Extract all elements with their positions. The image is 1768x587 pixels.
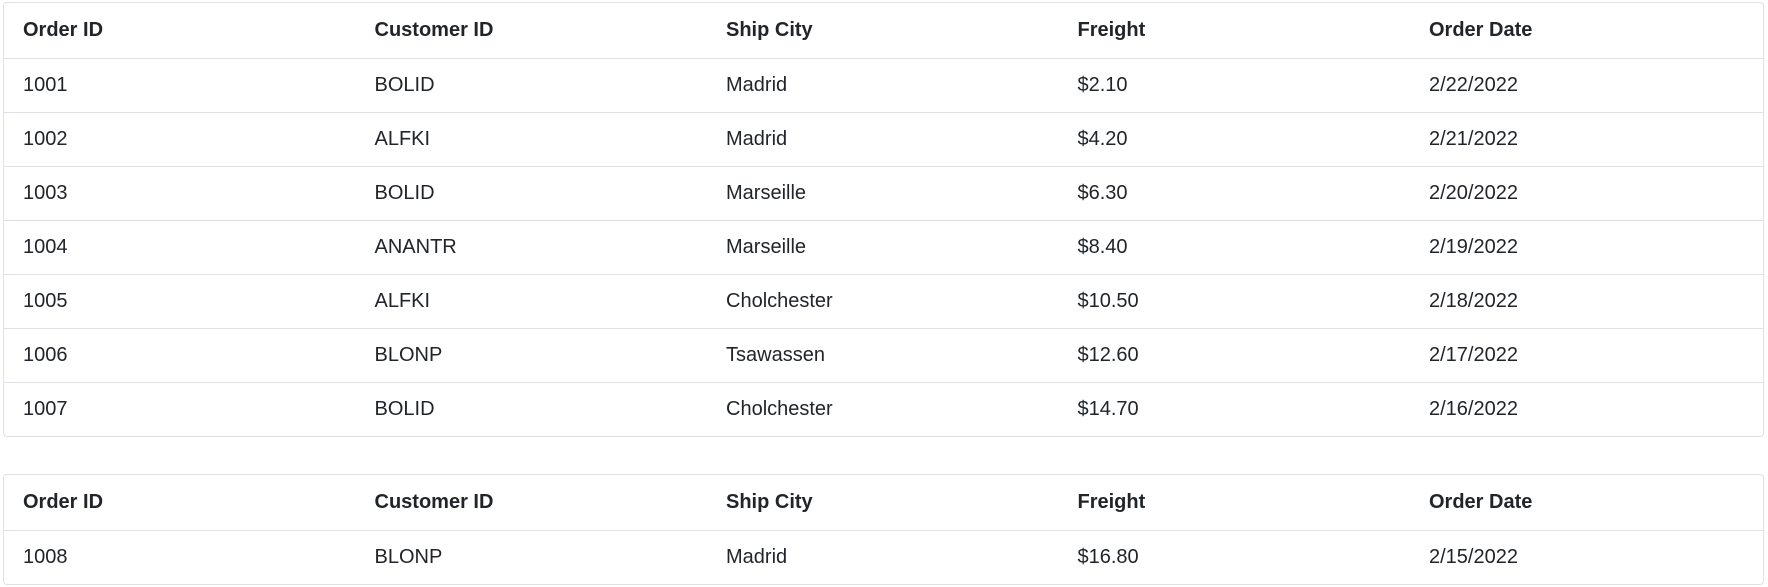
cell-order-id: 1002 [23,128,68,150]
table-row[interactable]: 1005 ALFKI Cholchester $10.50 2/18/2022 [4,274,1763,328]
column-header-order-date[interactable]: Order Date [1410,491,1762,514]
cell-order-id: 1004 [23,236,68,258]
cell-ship-city: Cholchester [726,398,833,420]
cell-order-date: 2/21/2022 [1429,128,1518,150]
cell-order-id: 1007 [23,398,68,420]
orders-table-1: Order ID Customer ID Ship City Freight O… [3,2,1764,437]
table-row[interactable]: 1001 BOLID Madrid $2.10 2/22/2022 [4,58,1763,112]
column-header-ship-city[interactable]: Ship City [707,19,1059,42]
cell-order-date: 2/20/2022 [1429,182,1518,204]
cell-ship-city: Madrid [726,546,788,568]
column-header-customer-id[interactable]: Customer ID [356,491,708,514]
cell-order-date: 2/22/2022 [1429,74,1518,96]
cell-order-date: 2/18/2022 [1429,290,1518,312]
cell-order-id: 1006 [23,344,68,366]
cell-ship-city: Madrid [726,128,788,150]
table-header-row: Order ID Customer ID Ship City Freight O… [4,475,1763,530]
column-header-order-id[interactable]: Order ID [4,19,356,42]
cell-freight: $4.20 [1077,128,1128,150]
cell-freight: $6.30 [1077,182,1128,204]
cell-customer-id: BLONP [374,546,443,568]
column-header-order-date[interactable]: Order Date [1410,19,1762,42]
cell-freight: $16.80 [1077,546,1139,568]
table-row[interactable]: 1006 BLONP Tsawassen $12.60 2/17/2022 [4,328,1763,382]
cell-customer-id: ALFKI [374,128,431,150]
cell-ship-city: Marseille [726,182,807,204]
cell-ship-city: Marseille [726,236,807,258]
cell-customer-id: BOLID [374,398,435,420]
cell-order-date: 2/16/2022 [1429,398,1518,420]
column-header-customer-id[interactable]: Customer ID [356,19,708,42]
cell-order-id: 1003 [23,182,68,204]
cell-ship-city: Tsawassen [726,344,825,366]
table-row[interactable]: 1004 ANANTR Marseille $8.40 2/19/2022 [4,220,1763,274]
table-row[interactable]: 1007 BOLID Cholchester $14.70 2/16/2022 [4,382,1763,436]
cell-freight: $8.40 [1077,236,1128,258]
cell-freight: $10.50 [1077,290,1139,312]
column-header-order-id[interactable]: Order ID [4,491,356,514]
cell-customer-id: BOLID [374,74,435,96]
table-row[interactable]: 1008 BLONP Madrid $16.80 2/15/2022 [4,530,1763,584]
column-header-freight[interactable]: Freight [1059,19,1411,42]
cell-freight: $2.10 [1077,74,1128,96]
cell-order-id: 1008 [23,546,68,568]
column-header-ship-city[interactable]: Ship City [707,491,1059,514]
cell-order-date: 2/19/2022 [1429,236,1518,258]
cell-customer-id: ANANTR [374,236,457,258]
cell-freight: $12.60 [1077,344,1139,366]
cell-order-date: 2/17/2022 [1429,344,1518,366]
cell-customer-id: BOLID [374,182,435,204]
cell-order-id: 1001 [23,74,68,96]
column-header-freight[interactable]: Freight [1059,491,1411,514]
cell-order-id: 1005 [23,290,68,312]
cell-customer-id: BLONP [374,344,443,366]
table-header-row: Order ID Customer ID Ship City Freight O… [4,3,1763,58]
table-row[interactable]: 1003 BOLID Marseille $6.30 2/20/2022 [4,166,1763,220]
cell-order-date: 2/15/2022 [1429,546,1518,568]
orders-table-2: Order ID Customer ID Ship City Freight O… [3,474,1764,585]
cell-customer-id: ALFKI [374,290,431,312]
cell-freight: $14.70 [1077,398,1139,420]
cell-ship-city: Madrid [726,74,788,96]
table-row[interactable]: 1002 ALFKI Madrid $4.20 2/21/2022 [4,112,1763,166]
cell-ship-city: Cholchester [726,290,833,312]
